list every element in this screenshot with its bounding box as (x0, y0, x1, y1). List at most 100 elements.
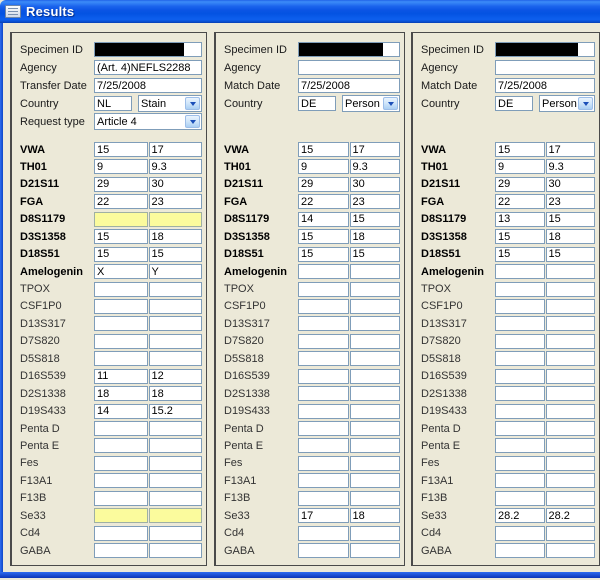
allele-field[interactable] (350, 473, 401, 488)
allele-field[interactable] (495, 456, 545, 471)
allele-field[interactable] (149, 526, 203, 541)
specimen-type-select[interactable]: Stain (138, 95, 202, 112)
allele-field[interactable] (94, 473, 148, 488)
allele-field[interactable] (298, 526, 349, 541)
allele-field[interactable] (94, 456, 148, 471)
allele-field[interactable] (298, 386, 349, 401)
allele-field[interactable] (149, 421, 203, 436)
allele-field[interactable] (94, 299, 148, 314)
allele-field[interactable] (94, 438, 148, 453)
allele-field[interactable] (546, 526, 596, 541)
allele-field[interactable]: 29 (298, 177, 349, 192)
allele-field[interactable] (94, 491, 148, 506)
allele-field[interactable]: 9 (298, 159, 349, 174)
allele-field[interactable] (495, 543, 545, 558)
allele-field[interactable] (94, 334, 148, 349)
allele-field[interactable] (546, 473, 596, 488)
allele-field[interactable] (298, 543, 349, 558)
allele-field[interactable] (94, 351, 148, 366)
allele-field[interactable] (298, 264, 349, 279)
allele-field[interactable]: 18 (350, 229, 401, 244)
titlebar[interactable]: Results (0, 0, 600, 23)
allele-field[interactable] (546, 421, 596, 436)
allele-field[interactable] (546, 351, 596, 366)
allele-field[interactable]: 17 (350, 142, 401, 157)
allele-field[interactable]: 13 (495, 212, 545, 227)
allele-field[interactable] (94, 212, 148, 227)
allele-field[interactable]: 15 (94, 229, 148, 244)
allele-field[interactable]: 9.3 (546, 159, 596, 174)
allele-field[interactable] (149, 473, 203, 488)
allele-field[interactable] (298, 369, 349, 384)
allele-field[interactable] (298, 282, 349, 297)
allele-field[interactable] (350, 404, 401, 419)
allele-field[interactable] (350, 316, 401, 331)
allele-field[interactable] (546, 316, 596, 331)
allele-field[interactable] (149, 282, 203, 297)
allele-field[interactable] (495, 282, 545, 297)
allele-field[interactable] (298, 421, 349, 436)
allele-field[interactable]: 15 (298, 142, 349, 157)
allele-field[interactable] (298, 456, 349, 471)
allele-field[interactable]: 22 (94, 194, 148, 209)
allele-field[interactable] (350, 491, 401, 506)
allele-field[interactable] (350, 264, 401, 279)
allele-field[interactable] (350, 299, 401, 314)
allele-field[interactable] (495, 316, 545, 331)
allele-field[interactable] (94, 282, 148, 297)
allele-field[interactable] (298, 438, 349, 453)
allele-field[interactable] (149, 212, 203, 227)
allele-field[interactable] (149, 456, 203, 471)
country-code-field[interactable]: DE (298, 96, 336, 111)
allele-field[interactable] (94, 316, 148, 331)
allele-field[interactable] (298, 351, 349, 366)
allele-field[interactable]: 15 (495, 247, 545, 262)
allele-field[interactable]: 15 (546, 212, 596, 227)
allele-field[interactable] (495, 369, 545, 384)
allele-field[interactable]: 18 (350, 508, 401, 523)
allele-field[interactable]: 23 (546, 194, 596, 209)
allele-field[interactable]: 15 (94, 142, 148, 157)
allele-field[interactable] (495, 299, 545, 314)
specimen-id-field[interactable] (94, 42, 202, 57)
allele-field[interactable]: 29 (94, 177, 148, 192)
allele-field[interactable]: 15 (495, 142, 545, 157)
dropdown-button[interactable] (185, 115, 200, 128)
allele-field[interactable] (94, 508, 148, 523)
allele-field[interactable]: 18 (149, 386, 203, 401)
country-code-field[interactable]: DE (495, 96, 533, 111)
allele-field[interactable] (546, 386, 596, 401)
country-code-field[interactable]: NL (94, 96, 132, 111)
allele-field[interactable]: 9 (94, 159, 148, 174)
allele-field[interactable]: 15 (546, 247, 596, 262)
request-type-select[interactable]: Article 4 (94, 113, 202, 130)
allele-field[interactable] (546, 334, 596, 349)
allele-field[interactable]: 9.3 (149, 159, 203, 174)
allele-field[interactable] (350, 386, 401, 401)
allele-field[interactable]: 23 (149, 194, 203, 209)
allele-field[interactable]: 9.3 (350, 159, 401, 174)
allele-field[interactable] (546, 299, 596, 314)
allele-field[interactable] (298, 473, 349, 488)
allele-field[interactable] (94, 543, 148, 558)
specimen-type-select[interactable]: Person (342, 95, 400, 112)
dropdown-button[interactable] (185, 97, 200, 110)
allele-field[interactable]: 15 (350, 247, 401, 262)
match-date-field[interactable]: 7/25/2008 (495, 78, 595, 93)
match-date-field[interactable]: 7/25/2008 (298, 78, 400, 93)
allele-field[interactable]: 28.2 (546, 508, 596, 523)
allele-field[interactable] (350, 369, 401, 384)
allele-field[interactable]: 22 (298, 194, 349, 209)
allele-field[interactable] (350, 543, 401, 558)
allele-field[interactable] (495, 264, 545, 279)
allele-field[interactable]: 15 (94, 247, 148, 262)
allele-field[interactable] (546, 543, 596, 558)
allele-field[interactable] (350, 456, 401, 471)
allele-field[interactable] (495, 473, 545, 488)
allele-field[interactable] (298, 334, 349, 349)
allele-field[interactable] (149, 316, 203, 331)
allele-field[interactable] (546, 438, 596, 453)
allele-field[interactable] (495, 421, 545, 436)
allele-field[interactable]: 23 (350, 194, 401, 209)
allele-field[interactable] (495, 438, 545, 453)
